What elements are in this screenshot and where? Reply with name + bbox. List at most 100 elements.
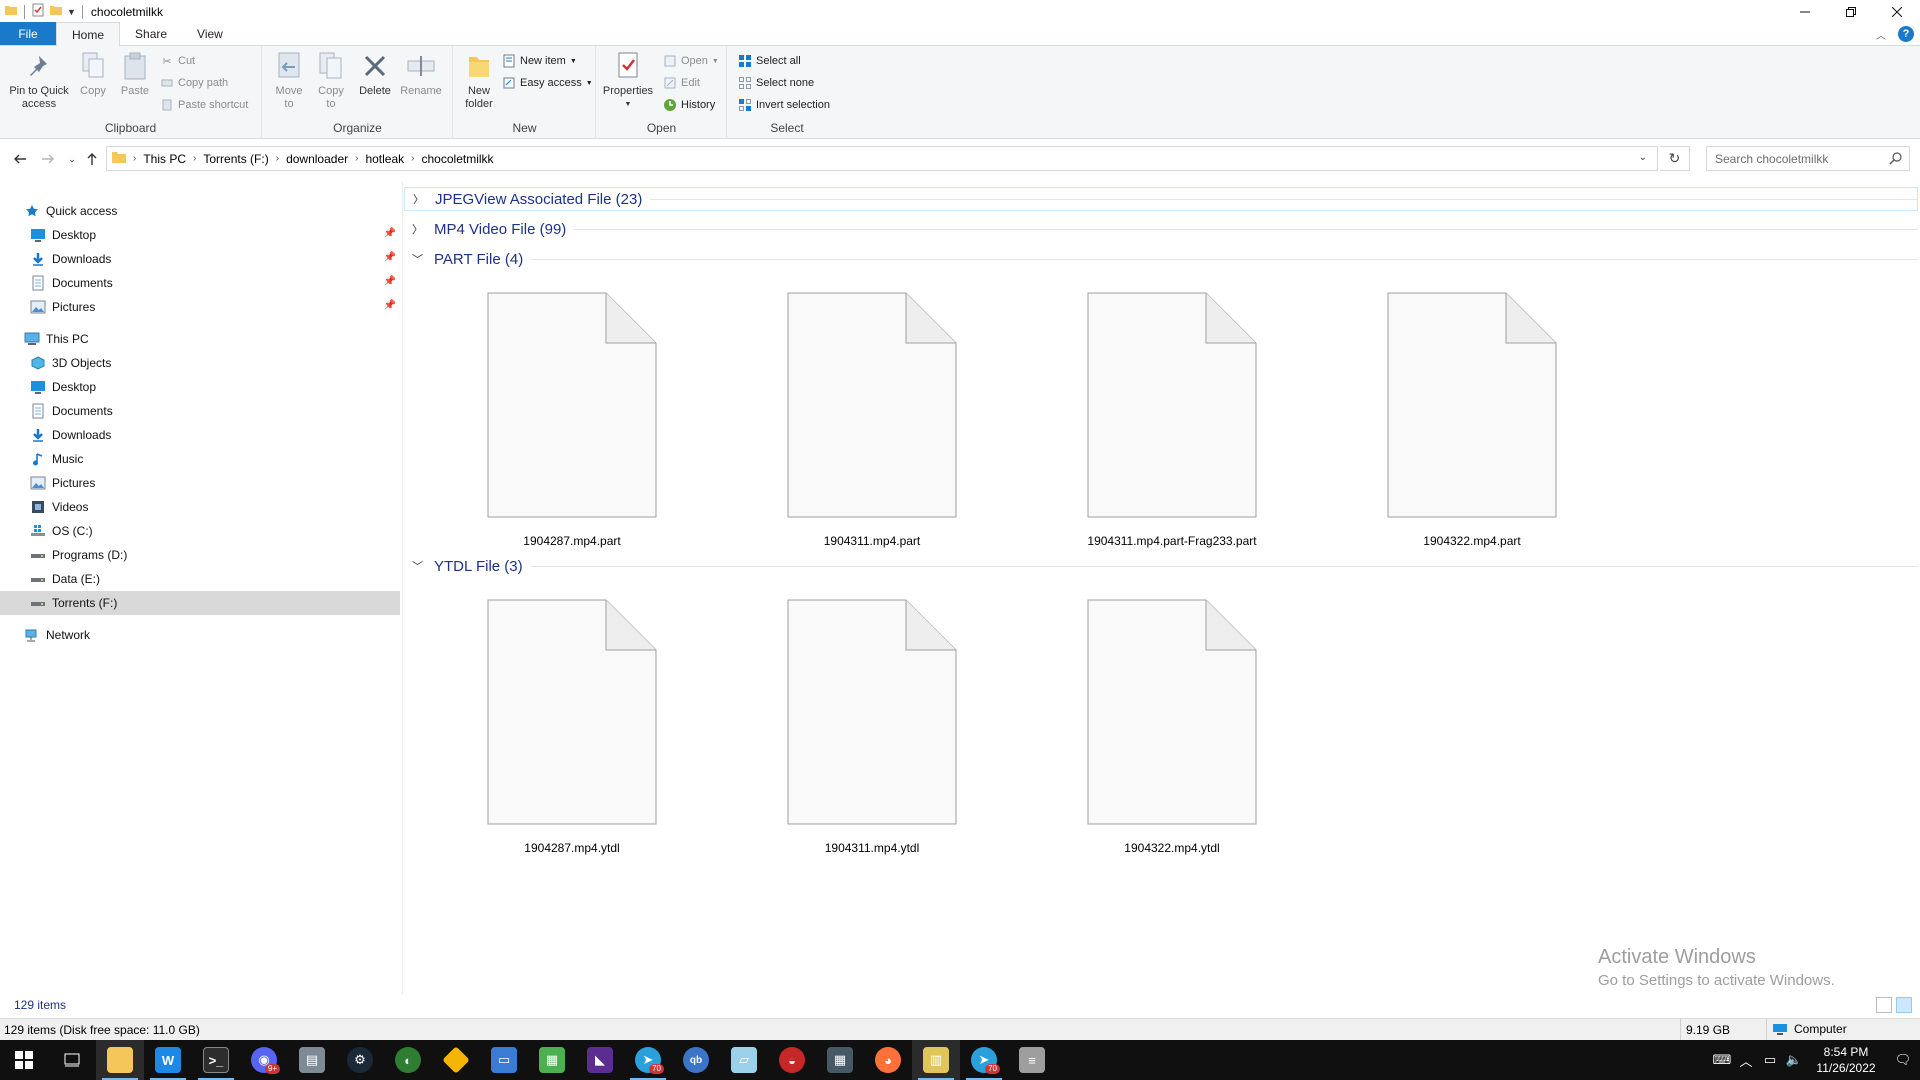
move-to-button[interactable]: Move to [271, 50, 307, 111]
pin-icon[interactable]: 📌 [384, 252, 396, 263]
pin-icon[interactable]: 📌 [384, 228, 396, 239]
nav-drive-f[interactable]: Torrents (F:) [0, 591, 400, 615]
copy-path-button[interactable]: Copy path [160, 74, 228, 92]
nav-qa-documents[interactable]: Documents 📌 [0, 271, 400, 295]
new-folder-icon[interactable] [49, 3, 63, 20]
file-item[interactable]: 1904311.mp4.part-Frag233.part [1042, 292, 1302, 562]
taskbar-terminal[interactable]: >_ [192, 1040, 240, 1080]
nav-qa-downloads[interactable]: Downloads 📌 [0, 247, 400, 271]
breadcrumb-this-pc[interactable]: This PC [143, 152, 186, 166]
chevron-right-icon[interactable]: › [411, 153, 414, 164]
address-history-dropdown[interactable]: ⌄ [1639, 152, 1647, 163]
select-none-button[interactable]: Select none [738, 74, 814, 92]
invert-selection-button[interactable]: Invert selection [738, 96, 830, 114]
breadcrumb-torrents[interactable]: Torrents (F:) [203, 152, 268, 166]
nav-quick-access[interactable]: Quick access [0, 199, 400, 223]
taskbar-database[interactable]: ≡ [1008, 1040, 1056, 1080]
pin-to-quick-access-button[interactable]: Pin to Quick access [4, 50, 74, 111]
taskbar-app-w[interactable]: W [144, 1040, 192, 1080]
group-header-jpegview[interactable]: 〉 JPEGView Associated File (23) [404, 187, 1918, 211]
start-button[interactable] [0, 1040, 48, 1080]
taskbar-telegram[interactable]: ➤ 70 [624, 1040, 672, 1080]
help-icon[interactable]: ? [1898, 26, 1914, 42]
edit-button[interactable]: Edit [663, 74, 700, 92]
group-header-part[interactable]: ﹀ PART File (4) [404, 247, 1918, 271]
new-item-button[interactable]: New item ▼ [502, 52, 577, 70]
taskbar-discord[interactable]: ◉ 9+ [240, 1040, 288, 1080]
breadcrumb-downloader[interactable]: downloader [286, 152, 348, 166]
refresh-button[interactable]: ↻ [1660, 146, 1690, 171]
select-all-button[interactable]: Select all [738, 52, 801, 70]
details-view-button[interactable] [1876, 997, 1892, 1013]
taskbar-file-explorer[interactable] [96, 1040, 144, 1080]
group-header-mp4[interactable]: 〉 MP4 Video File (99) [404, 217, 1918, 241]
copy-button[interactable]: Copy [76, 50, 110, 98]
taskbar-telegram-2[interactable]: ➤ 70 [960, 1040, 1008, 1080]
volume-icon[interactable]: 🔈 [1782, 1040, 1806, 1080]
cut-button[interactable]: ✂ Cut [160, 52, 195, 70]
breadcrumb-current[interactable]: chocoletmilkk [422, 152, 494, 166]
chevron-right-icon[interactable]: › [276, 153, 279, 164]
tab-file[interactable]: File [0, 22, 56, 45]
delete-button[interactable]: Delete [357, 50, 393, 98]
restore-button[interactable] [1828, 0, 1874, 23]
nav-network[interactable]: Network [0, 623, 400, 647]
easy-access-button[interactable]: Easy access ▼ [502, 74, 593, 92]
properties-icon[interactable] [31, 3, 45, 20]
forward-button[interactable] [38, 149, 58, 169]
nav-3d-objects[interactable]: 3D Objects [0, 351, 400, 375]
file-item[interactable]: 1904311.mp4.part [742, 292, 1002, 562]
chevron-right-icon[interactable]: › [193, 153, 196, 164]
address-bar[interactable]: › This PC › Torrents (F:) › downloader ›… [106, 146, 1658, 171]
task-view-button[interactable] [48, 1040, 96, 1080]
pin-icon[interactable]: 📌 [384, 300, 396, 311]
nav-pictures[interactable]: Pictures [0, 471, 400, 495]
taskbar-calculator[interactable]: ▦ [816, 1040, 864, 1080]
back-button[interactable] [10, 149, 30, 169]
taskbar-app-notes[interactable]: ▱ [720, 1040, 768, 1080]
open-button[interactable]: Open ▼ [663, 52, 719, 70]
file-item[interactable]: 1904322.mp4.ytdl [1042, 599, 1302, 869]
nav-drive-e[interactable]: Data (E:) [0, 567, 400, 591]
taskbar-app-diamond[interactable] [432, 1040, 480, 1080]
new-folder-button[interactable]: New folder [458, 50, 500, 111]
breadcrumb-hotleak[interactable]: hotleak [365, 152, 404, 166]
nav-videos[interactable]: Videos [0, 495, 400, 519]
paste-shortcut-button[interactable]: Paste shortcut [160, 96, 248, 114]
search-input[interactable]: Search chocoletmilkk [1706, 146, 1910, 171]
chevron-right-icon[interactable]: › [355, 153, 358, 164]
file-item[interactable]: 1904287.mp4.part [442, 292, 702, 562]
group-header-ytdl[interactable]: ﹀ YTDL File (3) [404, 554, 1918, 578]
chevron-up-icon[interactable]: ︿ [1734, 1040, 1758, 1080]
file-item[interactable]: 1904322.mp4.part [1342, 292, 1602, 562]
taskbar-qbittorrent[interactable]: qb [672, 1040, 720, 1080]
tab-share[interactable]: Share [120, 22, 182, 45]
taskbar-firefox[interactable]: ◕ [864, 1040, 912, 1080]
large-icons-view-button[interactable] [1896, 997, 1912, 1013]
nav-documents[interactable]: Documents [0, 399, 400, 423]
copy-to-button[interactable]: Copy to [313, 50, 349, 111]
pane-splitter[interactable] [402, 182, 403, 994]
nav-qa-pictures[interactable]: Pictures 📌 [0, 295, 400, 319]
taskbar-app-globe[interactable]: ◐ [384, 1040, 432, 1080]
properties-button[interactable]: Properties ▼ [601, 50, 655, 111]
nav-music[interactable]: Music [0, 447, 400, 471]
nav-drive-d[interactable]: Programs (D:) [0, 543, 400, 567]
paste-button[interactable]: Paste [118, 50, 152, 98]
pin-icon[interactable]: 📌 [384, 276, 396, 287]
taskbar-steam[interactable]: ⚙ [336, 1040, 384, 1080]
file-item[interactable]: 1904287.mp4.ytdl [442, 599, 702, 869]
file-item[interactable]: 1904311.mp4.ytdl [742, 599, 1002, 869]
history-button[interactable]: History [663, 96, 715, 114]
nav-this-pc[interactable]: This PC [0, 327, 400, 351]
collapse-ribbon-icon[interactable]: ︿ [1876, 27, 1886, 42]
close-button[interactable] [1874, 0, 1920, 23]
minimize-button[interactable] [1782, 0, 1828, 23]
up-button[interactable] [82, 149, 102, 169]
tab-home[interactable]: Home [56, 22, 121, 46]
nav-drive-c[interactable]: OS (C:) [0, 519, 400, 543]
rename-button[interactable]: Rename [399, 50, 443, 98]
nav-desktop[interactable]: Desktop [0, 375, 400, 399]
taskbar-app-red[interactable]: ◒ [768, 1040, 816, 1080]
recent-locations-button[interactable]: ⌄ [62, 149, 82, 169]
